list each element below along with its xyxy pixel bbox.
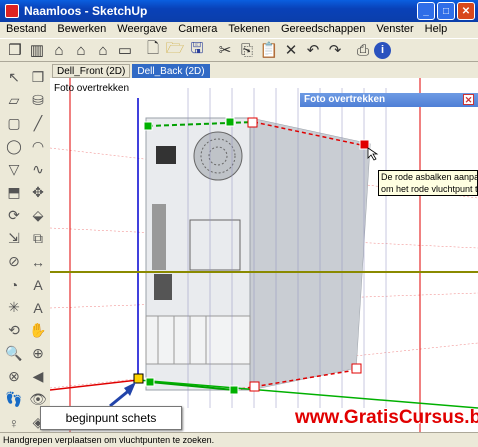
minimize-button[interactable]: _ [417, 2, 435, 20]
drawing-viewport[interactable]: Foto overtrekken [50, 78, 478, 432]
green-handle[interactable] [229, 385, 239, 395]
open-folder-icon[interactable]: 🗁 [164, 39, 186, 61]
tooltip: De rode asbalken aanpassen om het rode v… [378, 170, 478, 196]
origin-handle[interactable] [133, 373, 144, 384]
green-handle[interactable] [225, 117, 235, 127]
components-icon[interactable]: ❒ [4, 39, 26, 61]
red-handle[interactable] [351, 363, 362, 374]
watermark: www.GratisCursus.be [295, 407, 478, 428]
green-axis [137, 379, 478, 409]
open-door-icon[interactable]: ▥ [26, 39, 48, 61]
zoom-window-icon[interactable]: ⊕ [26, 342, 50, 365]
main-toolbar: ❒ ▥ ⌂ ⌂ ⌂ ▭ 🗋 🗁 🖫 ✂ ⎘ 📋 ✕ ↶ ↷ ⎙ i [0, 38, 478, 62]
rotate-icon[interactable]: ⟳ [2, 204, 26, 227]
house-icon[interactable]: ⌂ [48, 39, 70, 61]
maximize-button[interactable]: □ [437, 2, 455, 20]
green-handle[interactable] [143, 121, 153, 131]
tooltip-line1: De rode asbalken aanpassen [381, 172, 477, 182]
callout-label: beginpunt schets [40, 406, 182, 430]
pan-icon[interactable]: ✋ [26, 319, 50, 342]
dialog-title: Foto overtrekken [304, 94, 386, 105]
save-icon[interactable]: 🖫 [186, 39, 208, 61]
select-icon[interactable]: ↖ [2, 66, 26, 89]
zoom-icon[interactable]: 🔍 [2, 342, 26, 365]
tool-palette: ↖ ❒ ▱ ⛁ ▢ ╱ ◯ ◠ ▽ ∿ ⬒ ✥ ⟳ ⬙ ⇲ ⧉ ⊘ ↔ ◔ A … [0, 62, 50, 432]
new-file-icon[interactable]: 🗋 [142, 39, 164, 61]
tape-measure-icon[interactable]: ⊘ [2, 250, 26, 273]
freehand-icon[interactable]: ∿ [26, 158, 50, 181]
scene-label: Foto overtrekken [54, 83, 130, 94]
green-handle[interactable] [145, 377, 155, 387]
menu-tekenen[interactable]: Tekenen [222, 22, 275, 38]
red-handle[interactable] [249, 381, 260, 392]
menu-help[interactable]: Help [419, 22, 453, 38]
menu-camera[interactable]: Camera [172, 22, 222, 38]
window-title: Naamloos - SketchUp [24, 4, 148, 18]
circle-icon[interactable]: ◯ [2, 135, 26, 158]
delete-icon[interactable]: ✕ [280, 39, 302, 61]
info-icon[interactable]: i [374, 41, 391, 59]
print-icon[interactable]: ⎙ [352, 39, 374, 61]
red-handle[interactable] [247, 117, 258, 128]
cut-icon[interactable]: ✂ [214, 39, 236, 61]
rectangle-icon[interactable]: ▢ [2, 112, 26, 135]
paste-icon[interactable]: 📋 [258, 39, 280, 61]
menu-weergave[interactable]: Weergave [111, 22, 172, 38]
scene-tabs: Dell_Front (2D) Dell_Back (2D) [52, 64, 212, 78]
previous-view-icon[interactable]: ◀ [26, 365, 50, 388]
paint-bucket-icon[interactable]: ⛁ [26, 89, 50, 112]
tooltip-line2: om het rode vluchtpunt te zetten [381, 184, 478, 194]
scale-icon[interactable]: ⇲ [2, 227, 26, 250]
position-camera-icon[interactable]: ♀ [2, 411, 26, 434]
offset-icon[interactable]: ⧉ [26, 227, 50, 250]
protractor-icon[interactable]: ◔ [2, 273, 26, 296]
house-side-icon[interactable]: ⌂ [92, 39, 114, 61]
text-icon[interactable]: A [26, 273, 50, 296]
pc-tower-photo [145, 117, 371, 391]
undo-icon[interactable]: ↶ [302, 39, 324, 61]
redo-icon[interactable]: ↷ [324, 39, 346, 61]
menu-bestand[interactable]: Bestand [0, 22, 51, 38]
copy-icon[interactable]: ⎘ [236, 39, 258, 61]
orbit-icon[interactable]: ⟲ [2, 319, 26, 342]
title-bar: Naamloos - SketchUp _ □ ✕ [0, 0, 478, 22]
photo-match-dialog[interactable]: Foto overtrekken ✕ [300, 93, 478, 107]
dimension-icon[interactable]: ↔ [26, 250, 50, 273]
polygon-icon[interactable]: ▽ [2, 158, 26, 181]
tab-dell-back[interactable]: Dell_Back (2D) [132, 64, 210, 78]
eraser-icon[interactable]: ▱ [2, 89, 26, 112]
move-icon[interactable]: ✥ [26, 181, 50, 204]
dialog-close-button[interactable]: ✕ [463, 94, 474, 105]
tab-dell-front[interactable]: Dell_Front (2D) [52, 64, 131, 78]
menu-bar: Bestand Bewerken Weergave Camera Tekenen… [0, 22, 478, 38]
close-button[interactable]: ✕ [457, 2, 475, 20]
walk-icon[interactable]: 👣 [2, 388, 26, 411]
axes-icon[interactable]: ✳ [2, 296, 26, 319]
sketchup-app-icon[interactable] [5, 4, 19, 18]
push-pull-icon[interactable]: ⬒ [2, 181, 26, 204]
scene-canvas [50, 78, 478, 432]
house-top-icon[interactable]: ▭ [114, 39, 136, 61]
status-bar: Handgrepen verplaatsen om vluchtpunten t… [0, 432, 478, 447]
follow-me-icon[interactable]: ⬙ [26, 204, 50, 227]
house-front-icon[interactable]: ⌂ [70, 39, 92, 61]
line-icon[interactable]: ╱ [26, 112, 50, 135]
menu-bewerken[interactable]: Bewerken [51, 22, 111, 38]
menu-venster[interactable]: Venster [370, 22, 418, 38]
zoom-extents-icon[interactable]: ⊗ [2, 365, 26, 388]
menu-gereedschappen[interactable]: Gereedschappen [275, 22, 370, 38]
arc-icon[interactable]: ◠ [26, 135, 50, 158]
make-component-icon[interactable]: ❒ [26, 66, 50, 89]
3d-text-icon[interactable]: A [26, 296, 50, 319]
